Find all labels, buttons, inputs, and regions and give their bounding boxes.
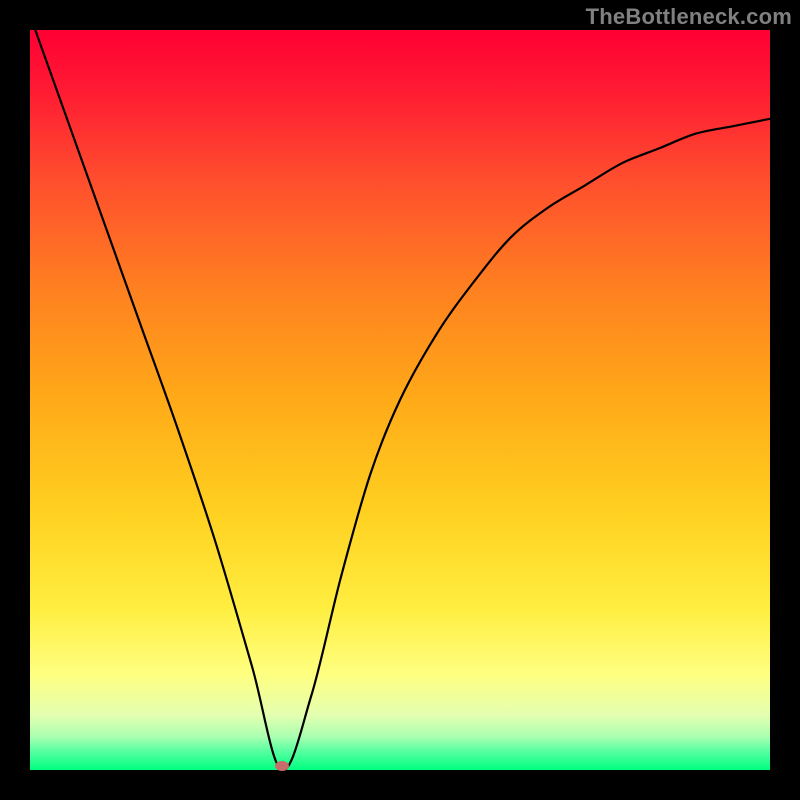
minimum-dot bbox=[275, 761, 289, 771]
chart-frame: TheBottleneck.com bbox=[0, 0, 800, 800]
bottleneck-curve bbox=[30, 30, 770, 770]
watermark-text: TheBottleneck.com bbox=[586, 4, 792, 30]
plot-area bbox=[30, 30, 770, 770]
